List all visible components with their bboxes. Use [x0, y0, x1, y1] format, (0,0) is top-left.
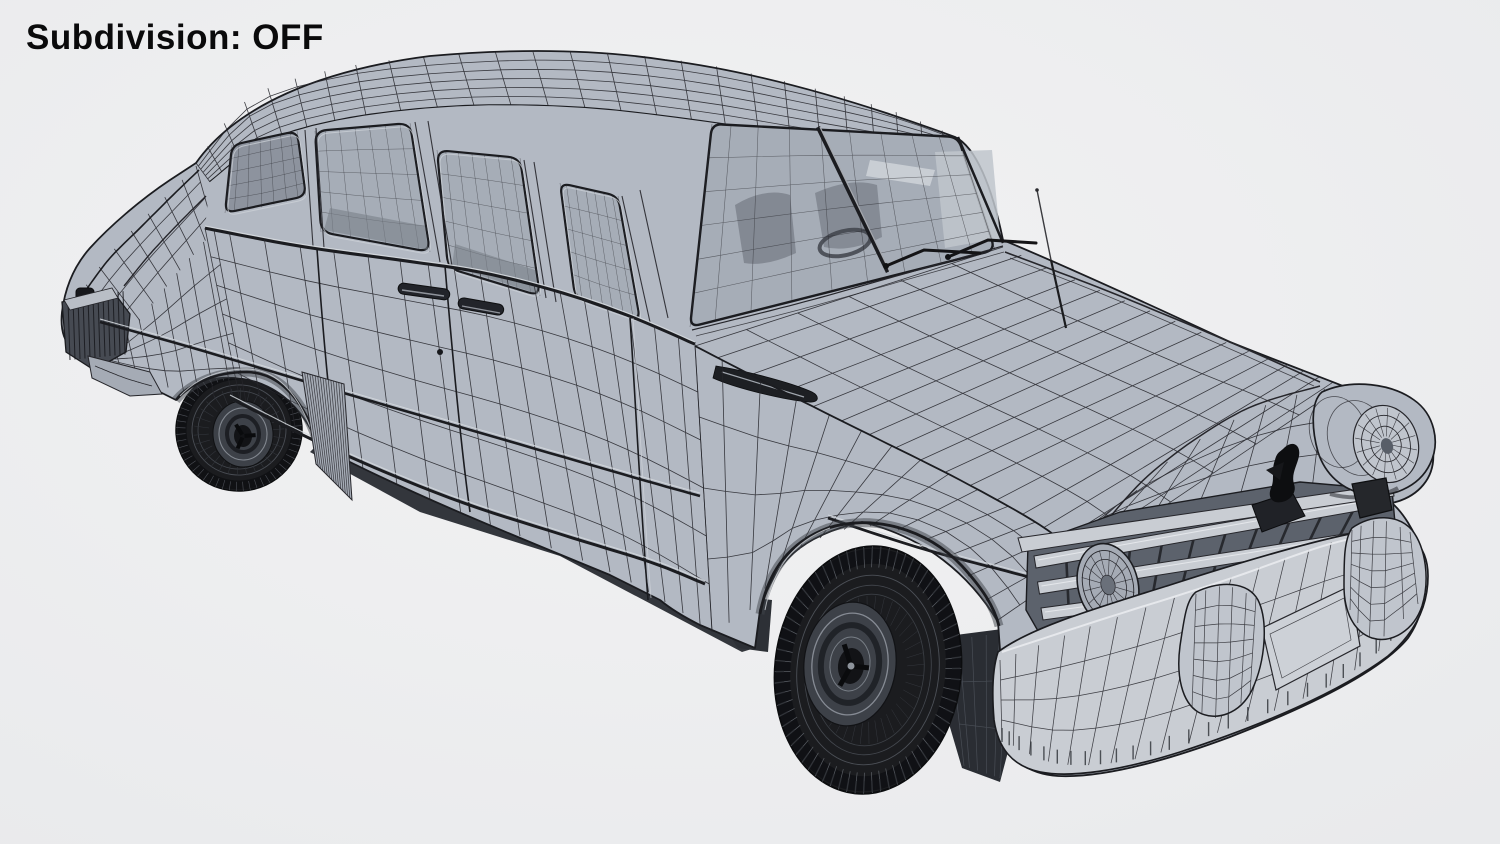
viewport-3d: Subdivision: OFF	[0, 0, 1500, 844]
subdivision-status-label: Subdivision: OFF	[26, 18, 324, 57]
subdivision-status: Subdivision: OFF	[26, 18, 324, 58]
quarter-window	[224, 130, 308, 215]
render-canvas	[0, 0, 1500, 844]
